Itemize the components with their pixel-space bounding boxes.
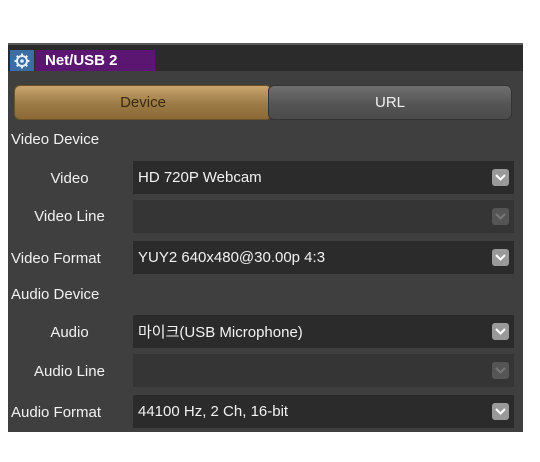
- chevron-down-icon: [492, 208, 509, 225]
- window-title-tab[interactable]: Net/USB 2: [35, 50, 155, 71]
- gear-icon: [14, 53, 30, 68]
- panel-tabstrip: Net/USB 2: [8, 43, 523, 71]
- chevron-down-icon[interactable]: [492, 169, 509, 186]
- audio-device-heading: Audio Device: [11, 286, 100, 303]
- audio-format-label: Audio Format: [11, 404, 102, 421]
- video-format-value: YUY2 640x480@30.00p 4:3: [138, 249, 326, 266]
- video-format-label: Video Format: [11, 250, 101, 267]
- video-format-dropdown[interactable]: YUY2 640x480@30.00p 4:3: [133, 241, 514, 274]
- audio-format-value: 44100 Hz, 2 Ch, 16-bit: [138, 403, 289, 420]
- audio-dropdown[interactable]: 마이크(USB Microphone): [133, 315, 514, 348]
- settings-button[interactable]: [10, 50, 34, 71]
- audio-line-dropdown: [133, 354, 514, 387]
- video-dropdown[interactable]: HD 720P Webcam: [133, 161, 514, 194]
- tab-device[interactable]: Device: [14, 85, 272, 120]
- video-line-dropdown: [133, 200, 514, 233]
- chevron-down-icon[interactable]: [492, 323, 509, 340]
- audio-line-label: Audio Line: [34, 363, 105, 380]
- video-label: Video: [50, 170, 89, 187]
- properties-panel: Net/USB 2 Device URL Video Device Video …: [8, 43, 523, 432]
- chevron-down-icon[interactable]: [492, 403, 509, 420]
- audio-label: Audio: [50, 324, 89, 341]
- video-value: HD 720P Webcam: [138, 169, 262, 186]
- chevron-down-icon: [492, 362, 509, 379]
- chevron-down-icon[interactable]: [492, 249, 509, 266]
- audio-format-dropdown[interactable]: 44100 Hz, 2 Ch, 16-bit: [133, 395, 514, 428]
- video-device-heading: Video Device: [11, 131, 100, 148]
- tab-url[interactable]: URL: [268, 85, 512, 120]
- audio-value: 마이크(USB Microphone): [138, 324, 303, 341]
- video-line-label: Video Line: [34, 208, 105, 225]
